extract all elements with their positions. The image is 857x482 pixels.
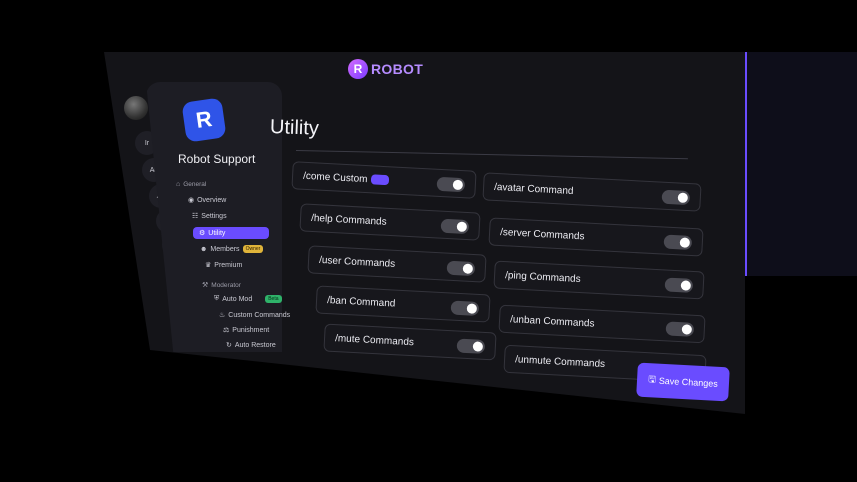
- users-icon: ☻: [200, 245, 208, 253]
- sliders-icon: ☷: [192, 213, 199, 220]
- gavel-icon: ⚖: [223, 327, 230, 334]
- sidebar-item-utility[interactable]: ⚙ Utility: [193, 227, 269, 239]
- floppy-disk-icon: 🖫: [647, 374, 657, 385]
- server-name: Robot Support: [178, 152, 256, 166]
- sidebar-item-overview[interactable]: ◉ Overview: [188, 196, 226, 205]
- beta-badge: Beta: [265, 295, 282, 303]
- sidebar-item-members[interactable]: ☻ Members Owner: [200, 245, 264, 253]
- home-icon: ⌂: [176, 181, 181, 188]
- dashboard-scene: R ROBOT Ir A8 A1 A8 A8 A1 A8 R Robot Sup…: [0, 0, 857, 482]
- command-label: /unmute Commands: [514, 354, 606, 370]
- section-moderator: ⚒ Moderator: [202, 281, 241, 290]
- command-label: /mute Commands: [334, 333, 415, 349]
- command-toggle[interactable]: [440, 218, 470, 235]
- gear-icon: ⚙: [199, 230, 206, 237]
- command-toggle[interactable]: [665, 321, 695, 337]
- command-toggle[interactable]: [450, 300, 480, 316]
- server-logo-icon: R: [181, 97, 227, 143]
- save-changes-button[interactable]: 🖫 Save Changes: [636, 362, 730, 402]
- app-window: [104, 52, 745, 414]
- command-label: /ban Command: [326, 295, 396, 310]
- command-label: /ping Commands: [504, 270, 581, 286]
- command-toggle[interactable]: [446, 260, 476, 277]
- flame-icon: ♨: [219, 312, 226, 319]
- command-label: /user Commands: [318, 254, 396, 270]
- owner-badge: Owner: [242, 245, 264, 253]
- sidebar-item-settings[interactable]: ☷ Settings: [192, 212, 227, 221]
- command-label: /come Custom: [303, 171, 390, 187]
- sidebar-item-auto-mod[interactable]: ⛨ Auto Mod Beta: [214, 295, 282, 303]
- command-toggle[interactable]: [436, 176, 466, 193]
- background-panel: [744, 52, 857, 276]
- command-label: /help Commands: [310, 212, 387, 228]
- crown-icon: ♛: [205, 262, 212, 269]
- sidebar-item-custom-commands[interactable]: ♨ Custom Commands: [219, 311, 290, 320]
- brand-name: ROBOT: [371, 61, 424, 77]
- sidebar-item-premium[interactable]: ♛ Premium: [205, 261, 242, 270]
- hammer-icon: ⚒: [202, 282, 209, 289]
- command-toggle[interactable]: [456, 338, 486, 354]
- eye-icon: ◉: [188, 197, 195, 204]
- restore-icon: ↻: [226, 342, 232, 349]
- shield-icon: ⛨: [214, 295, 220, 302]
- command-toggle[interactable]: [663, 234, 693, 251]
- command-label: /server Commands: [499, 226, 585, 243]
- command-label: /avatar Command: [493, 181, 574, 198]
- plus-badge-icon: [371, 174, 390, 186]
- user-avatar[interactable]: [124, 96, 148, 120]
- section-general: ⌂ General: [176, 181, 207, 188]
- sidebar-item-punishment[interactable]: ⚖ Punishment: [223, 326, 269, 335]
- command-label: /unban Commands: [509, 314, 595, 330]
- command-toggle[interactable]: [664, 277, 694, 293]
- brand[interactable]: R ROBOT: [348, 59, 423, 79]
- robot-logo-icon: R: [348, 59, 368, 79]
- page-title: Utility: [269, 116, 320, 140]
- sidebar-item-auto-restore[interactable]: ↻ Auto Restore: [226, 341, 276, 350]
- command-toggle[interactable]: [661, 189, 691, 206]
